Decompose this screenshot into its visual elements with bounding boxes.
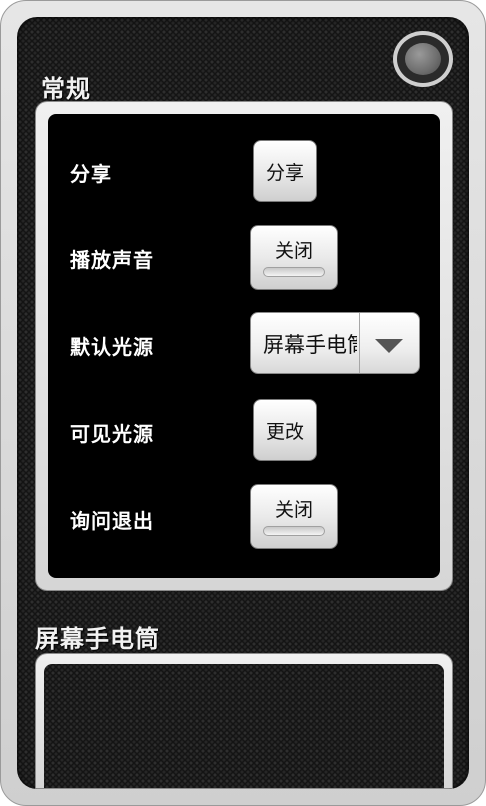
- default-light-source-value: 屏幕手电筒: [263, 333, 357, 357]
- ask-exit-label: 询问退出: [70, 509, 154, 533]
- ask-exit-toggle[interactable]: 关闭: [250, 484, 338, 549]
- share-label: 分享: [70, 162, 112, 186]
- play-sound-toggle-label: 关闭: [274, 240, 313, 262]
- power-knob[interactable]: [403, 41, 443, 77]
- change-light-source-button[interactable]: 更改: [253, 399, 317, 461]
- default-light-source-label: 默认光源: [70, 335, 154, 359]
- screen-flashlight-section-title: 屏幕手电筒: [35, 625, 160, 653]
- screen-flashlight-panel-inner: [44, 664, 444, 788]
- app-screen: 常规 分享 分享 播放声音 关闭 默认光源 可见光源 更改 询问退出 关闭 屏幕…: [17, 17, 469, 789]
- power-ring-icon[interactable]: [393, 31, 453, 87]
- play-sound-toggle[interactable]: 关闭: [250, 225, 338, 290]
- triangle-down-icon[interactable]: [375, 339, 403, 353]
- screen-flashlight-panel: [35, 653, 453, 789]
- visible-light-source-label: 可见光源: [70, 422, 154, 446]
- share-button[interactable]: 分享: [253, 140, 317, 202]
- ask-exit-toggle-track: [263, 526, 325, 536]
- general-section-title: 常规: [41, 75, 91, 103]
- play-sound-toggle-track: [263, 267, 325, 277]
- play-sound-label: 播放声音: [70, 248, 154, 272]
- device-frame: 常规 分享 分享 播放声音 关闭 默认光源 可见光源 更改 询问退出 关闭 屏幕…: [0, 0, 486, 806]
- share-button-label: 分享: [265, 162, 304, 184]
- ask-exit-toggle-label: 关闭: [274, 499, 313, 521]
- default-light-source-spinner[interactable]: 屏幕手电筒: [250, 312, 420, 374]
- change-light-source-button-label: 更改: [265, 421, 304, 443]
- spinner-divider: [359, 313, 360, 373]
